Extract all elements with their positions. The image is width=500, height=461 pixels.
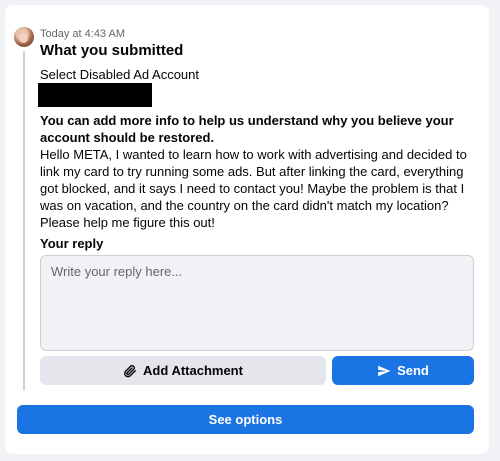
reply-label: Your reply — [40, 236, 104, 251]
redacted-account-block — [38, 83, 152, 107]
field-label: Select Disabled Ad Account — [40, 67, 199, 82]
thread-line — [23, 51, 25, 391]
message-title: What you submitted — [40, 42, 184, 59]
answer-text: Hello META, I wanted to learn how to wor… — [40, 147, 467, 230]
message-timestamp: Today at 4:43 AM — [40, 28, 125, 40]
question-text: You can add more info to help us underst… — [40, 113, 454, 145]
submission-card: Today at 4:43 AM What you submitted Sele… — [5, 5, 489, 454]
paperclip-icon — [123, 364, 137, 378]
avatar — [14, 27, 34, 47]
see-options-button[interactable]: See options — [17, 405, 474, 434]
add-attachment-button[interactable]: Add Attachment — [40, 356, 326, 385]
add-attachment-label: Add Attachment — [143, 363, 243, 378]
send-button[interactable]: Send — [332, 356, 474, 385]
send-label: Send — [397, 363, 429, 378]
reply-input[interactable] — [40, 255, 474, 351]
paper-plane-icon — [377, 364, 391, 378]
